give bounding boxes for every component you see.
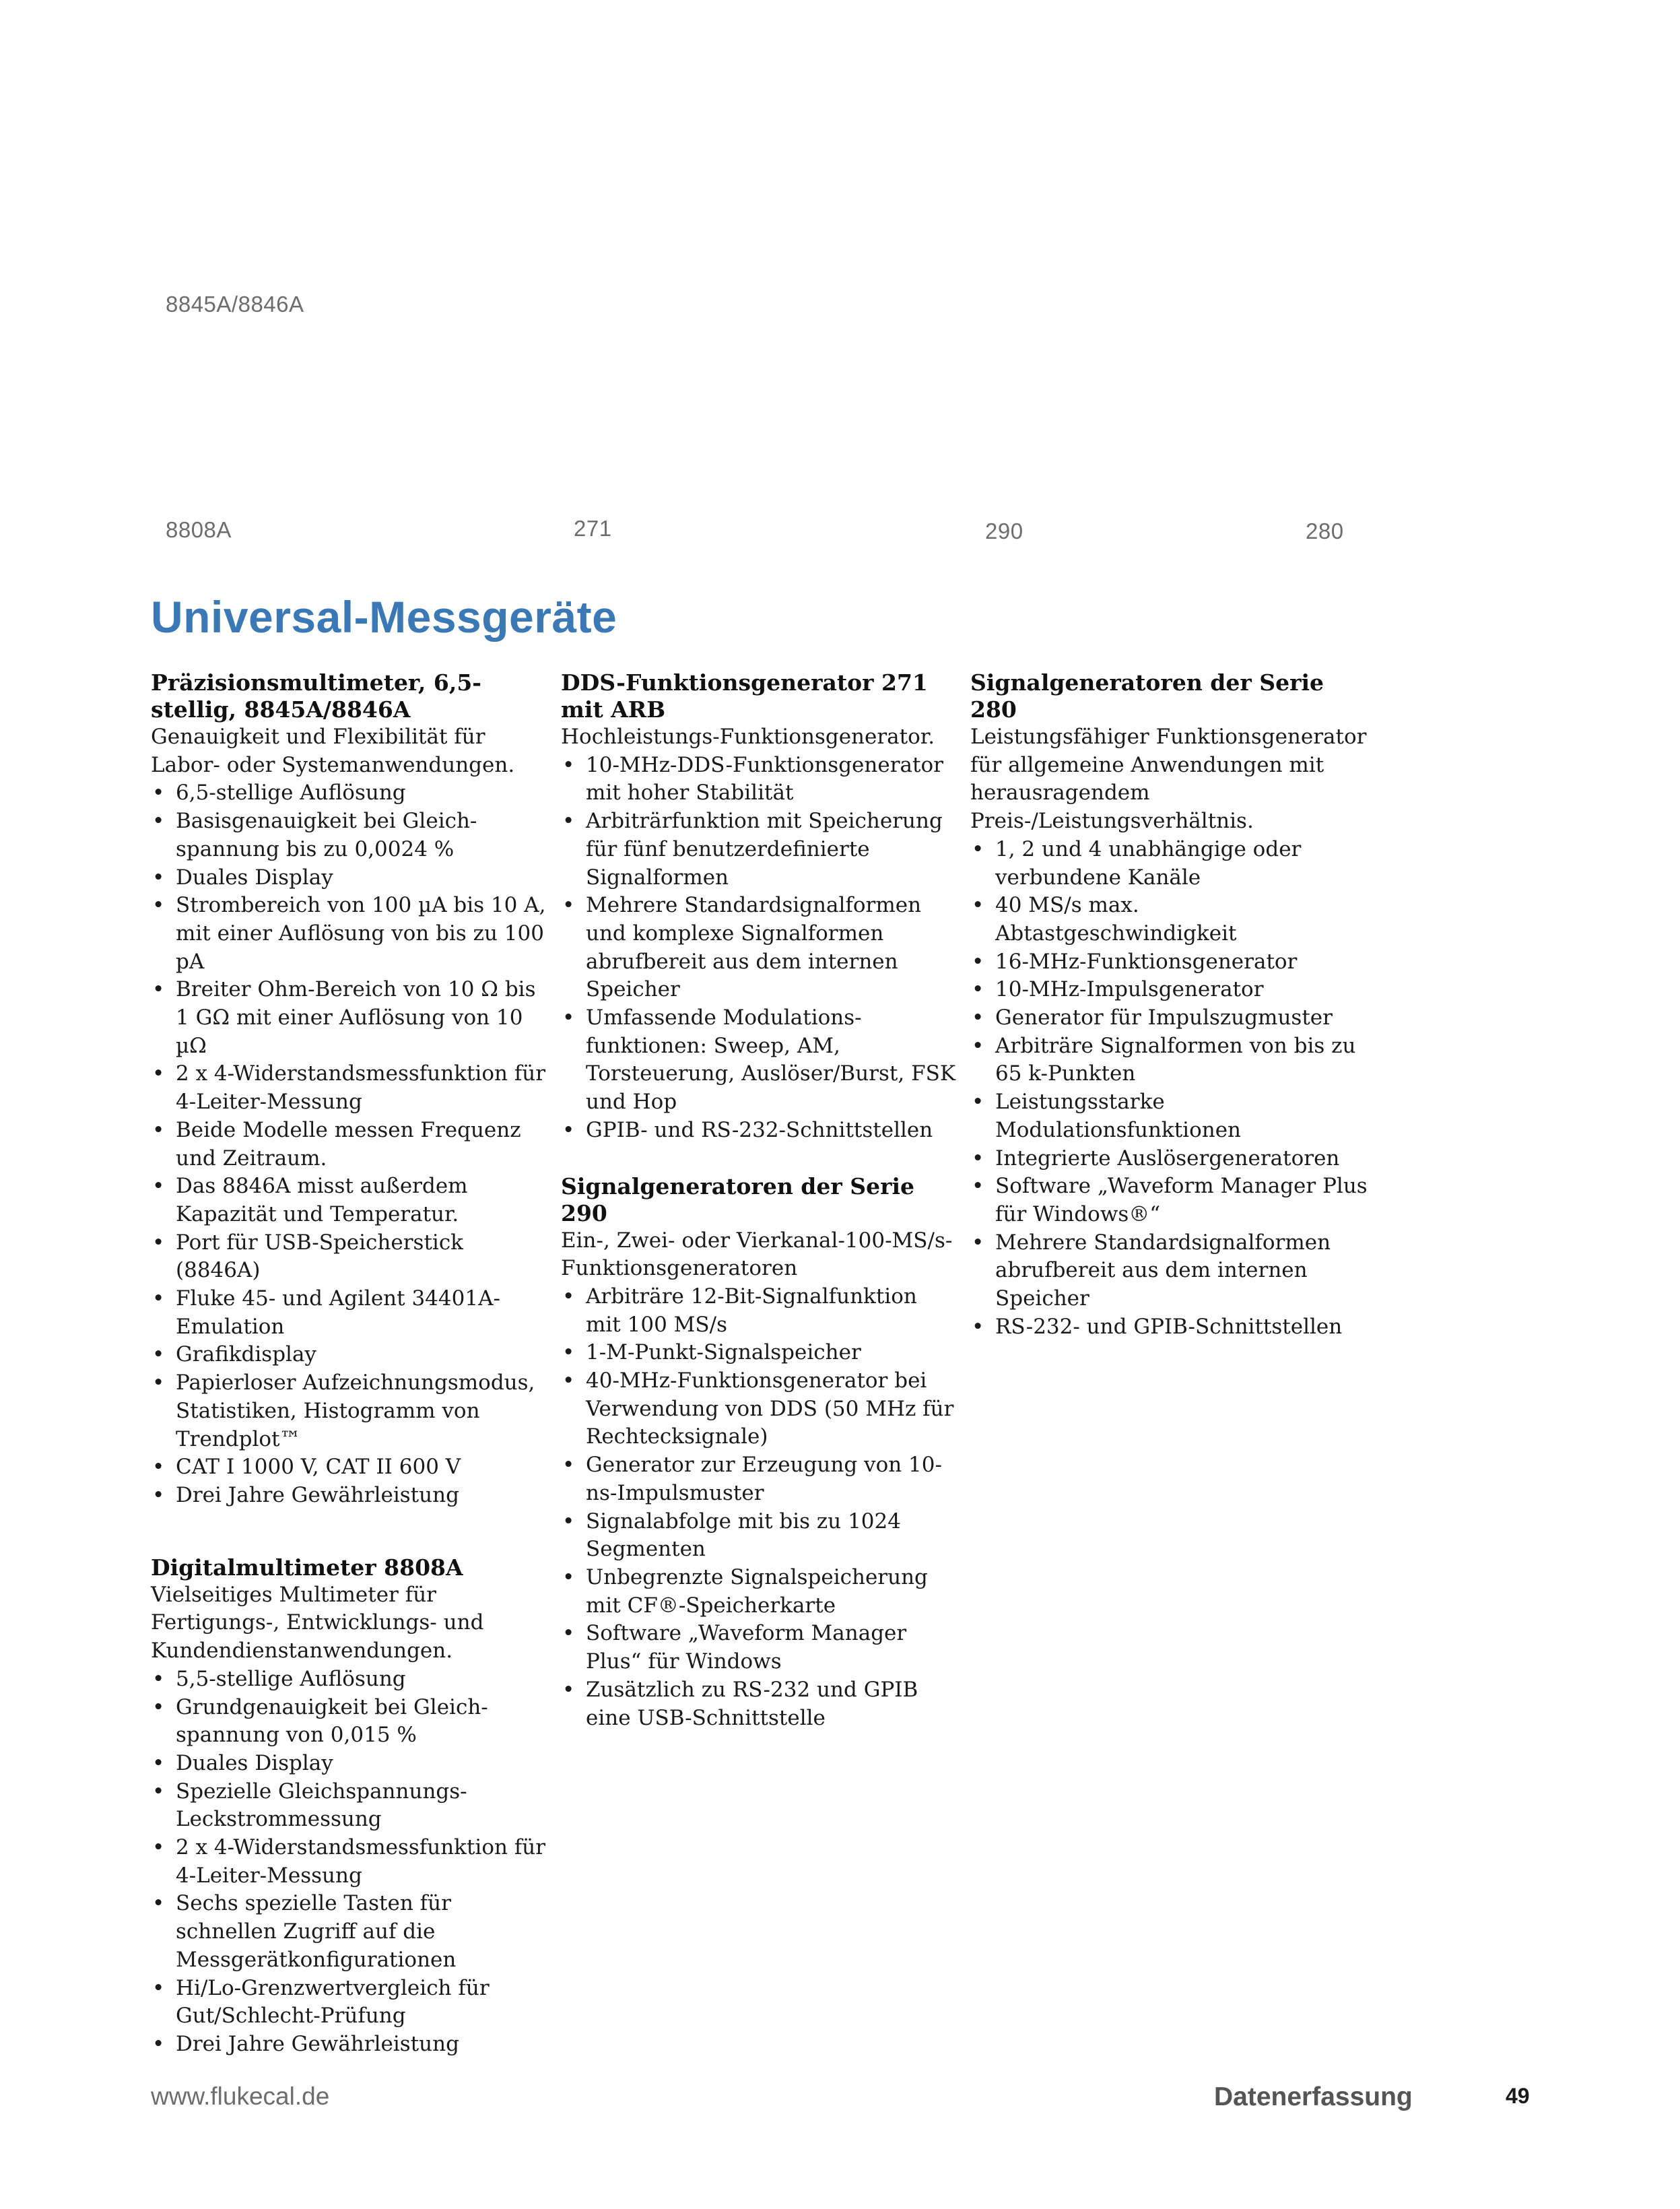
list-item: GPIB- und RS-232-Schnittstellen — [561, 1117, 958, 1145]
list-item: Das 8846A misst außerdem Kapazität und T… — [151, 1173, 548, 1228]
section-title: Signalgeneratoren der Serie 290 — [561, 1173, 914, 1226]
list-item: 5,5-stellige Auflösung — [151, 1666, 548, 1694]
list-item: Papierloser Aufzeichnungsmodus, Statisti… — [151, 1369, 548, 1453]
footer-section-name: Datenerfassung — [1214, 2082, 1413, 2111]
list-item: 6,5-stellige Auflösung — [151, 779, 548, 807]
section-intro: Vielseitiges Multimeter für Fertigungs-,… — [151, 1582, 484, 1663]
footer-website-link[interactable]: www.flukecal.de — [151, 2082, 329, 2111]
list-item: Arbiträre 12-Bit-Signalfunktion mit 100 … — [561, 1283, 958, 1339]
list-item: Port für USB-Speicherstick (8846A) — [151, 1229, 548, 1285]
list-item: Duales Display — [151, 1750, 548, 1778]
section-8845a: Präzisionsmultimeter, 6,5-stellig, 8845A… — [151, 669, 548, 1510]
feature-list: 6,5-stellige Auflösung Basisgenauigkeit … — [151, 779, 548, 1509]
column-right: Signalgeneratoren der Serie 280 Leistung… — [970, 669, 1374, 1341]
list-item: Spezielle Gleichspannungs-Leckstrommessu… — [151, 1778, 548, 1834]
list-item: CAT I 1000 V, CAT II 600 V — [151, 1453, 548, 1482]
product-caption-8845a: 8845A/8846A — [166, 292, 304, 317]
list-item: Zusätzlich zu RS-232 und GPIB eine USB-S… — [561, 1676, 958, 1732]
list-item: 10-MHz-DDS-Funktionsgenerator mit hoher … — [561, 752, 958, 807]
list-item: Mehrere Standardsignalformen abrufbereit… — [970, 1229, 1374, 1313]
product-caption-8808a: 8808A — [166, 517, 232, 542]
list-item: Basisgenauigkeit bei Gleich-spannung bis… — [151, 807, 548, 863]
column-left: Präzisionsmultimeter, 6,5-stellig, 8845A… — [151, 669, 548, 2059]
list-item: Sechs spezielle Tasten für schnellen Zug… — [151, 1890, 548, 1974]
list-item: 2 x 4-Widerstandsmessfunktion für 4-Leit… — [151, 1060, 548, 1116]
list-item: Fluke 45- und Agilent 34401A-Emulation — [151, 1285, 548, 1341]
feature-list: Arbiträre 12-Bit-Signalfunktion mit 100 … — [561, 1283, 958, 1732]
product-caption-280: 280 — [1306, 519, 1344, 543]
list-item: Unbegrenzte Signalspeicherung mit CF®-Sp… — [561, 1564, 958, 1620]
list-item: Drei Jahre Gewährleistung — [151, 1482, 548, 1510]
section-title: DDS-Funktionsgenerator 271 mit ARB — [561, 669, 928, 723]
list-item: 40 MS/s max. Abtastgeschwindigkeit — [970, 892, 1374, 948]
section-280: Signalgeneratoren der Serie 280 Leistung… — [970, 669, 1374, 1341]
page-number: 49 — [1506, 2084, 1530, 2108]
section-8808a: Digitalmultimeter 8808A Vielseitiges Mul… — [151, 1554, 548, 2059]
list-item: Umfassende Modulations-funktionen: Sweep… — [561, 1004, 958, 1117]
section-title: Präzisionsmultimeter, 6,5-stellig, 8845A… — [151, 669, 482, 723]
list-item: Integrierte Auslösergeneratoren — [970, 1145, 1374, 1173]
list-item: 1, 2 und 4 unabhängige oder verbundene K… — [970, 836, 1374, 892]
list-item: RS-232- und GPIB-Schnittstellen — [970, 1313, 1374, 1342]
list-item: Software „Waveform Manager Plus für Wind… — [970, 1173, 1374, 1228]
list-item: 10-MHz-Impulsgenerator — [970, 976, 1374, 1004]
section-290: Signalgeneratoren der Serie 290 Ein-, Zw… — [561, 1173, 958, 1733]
list-item: Hi/Lo-Grenzwertvergleich für Gut/Schlech… — [151, 1975, 548, 2031]
list-item: Beide Modelle messen Frequenz und Zeitra… — [151, 1117, 548, 1173]
feature-list: 5,5-stellige Auflösung Grundgenauigkeit … — [151, 1666, 548, 2059]
page-title: Universal-Messgeräte — [151, 592, 617, 642]
section-title: Signalgeneratoren der Serie 280 — [970, 669, 1324, 723]
list-item: Grafikdisplay — [151, 1341, 548, 1369]
section-intro: Genauigkeit und Flexibilität für Labor- … — [151, 725, 515, 777]
list-item: Generator für Impulszugmuster — [970, 1004, 1374, 1032]
list-item: Generator zur Erzeugung von 10-ns-Impuls… — [561, 1451, 958, 1507]
list-item: Leistungsstarke Modulationsfunktionen — [970, 1088, 1374, 1144]
feature-list: 1, 2 und 4 unabhängige oder verbundene K… — [970, 836, 1374, 1342]
section-intro: Hochleistungs-Funktionsgenerator. — [561, 725, 935, 749]
section-title: Digitalmultimeter 8808A — [151, 1554, 463, 1581]
section-271: DDS-Funktionsgenerator 271 mit ARB Hochl… — [561, 669, 958, 1145]
list-item: Breiter Ohm-Bereich von 10 Ω bis 1 GΩ mi… — [151, 976, 548, 1060]
list-item: 1-M-Punkt-Signalspeicher — [561, 1339, 958, 1367]
list-item: Strombereich von 100 µA bis 10 A, mit ei… — [151, 892, 548, 976]
column-middle: DDS-Funktionsgenerator 271 mit ARB Hochl… — [561, 669, 958, 1732]
list-item: Software „Waveform Manager Plus“ für Win… — [561, 1620, 958, 1676]
list-item: Duales Display — [151, 864, 548, 892]
product-caption-271: 271 — [574, 516, 612, 541]
list-item: Arbiträre Signalformen von bis zu 65 k-P… — [970, 1032, 1374, 1088]
list-item: 40-MHz-Funktionsgenerator bei Verwendung… — [561, 1367, 958, 1451]
list-item: Arbiträrfunktion mit Speicherung für fün… — [561, 807, 958, 892]
section-intro: Leistungsfähiger Funktionsgenerator für … — [970, 725, 1367, 834]
list-item: 16-MHz-Funktionsgenerator — [970, 948, 1374, 977]
product-caption-290: 290 — [985, 519, 1023, 543]
list-item: Mehrere Standardsignalformen und komplex… — [561, 892, 958, 1004]
list-item: 2 x 4-Widerstandsmessfunktion für 4-Leit… — [151, 1834, 548, 1890]
feature-list: 10-MHz-DDS-Funktionsgenerator mit hoher … — [561, 752, 958, 1145]
section-intro: Ein-, Zwei- oder Vierkanal-100-MS/s-Funk… — [561, 1228, 953, 1281]
list-item: Grundgenauigkeit bei Gleich-spannung von… — [151, 1694, 548, 1750]
list-item: Signalabfolge mit bis zu 1024 Segmenten — [561, 1508, 958, 1564]
list-item: Drei Jahre Gewährleistung — [151, 2031, 548, 2059]
